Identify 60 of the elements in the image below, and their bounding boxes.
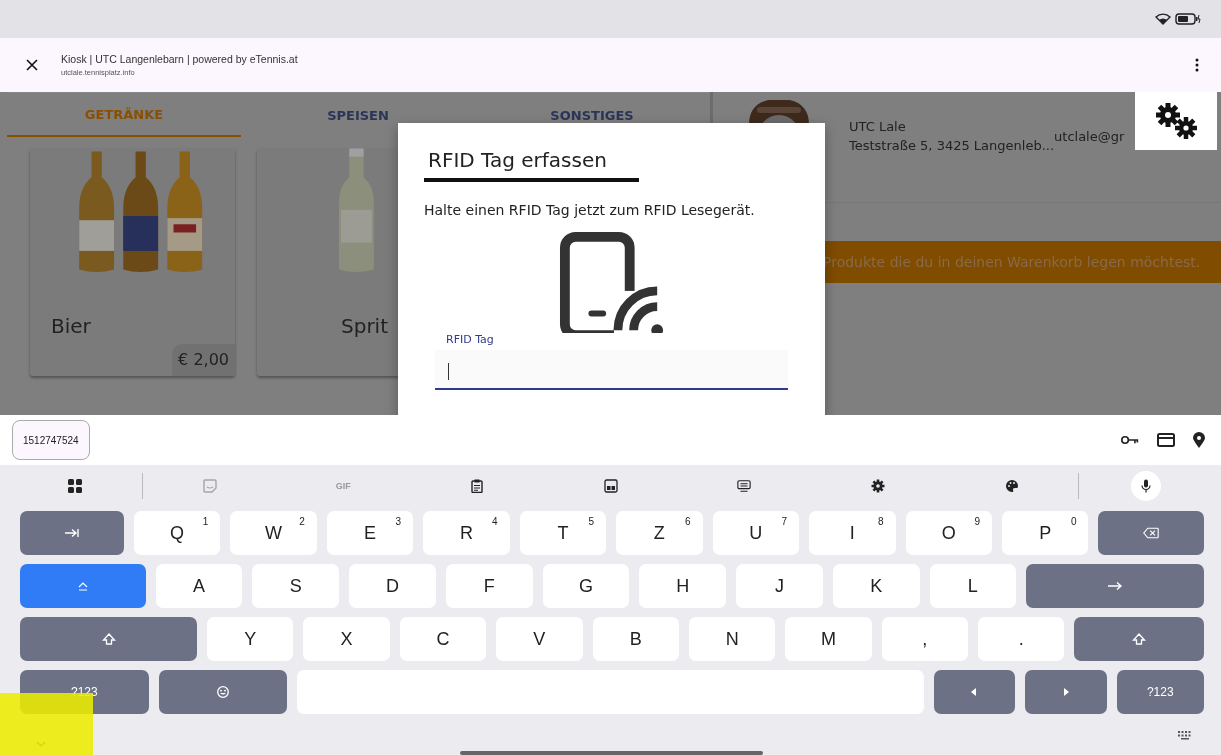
clipboard-icon[interactable] — [469, 479, 484, 493]
settings-icon[interactable] — [870, 479, 885, 493]
emoji-key[interactable] — [158, 670, 288, 714]
shift-icon — [100, 633, 117, 645]
backspace-icon — [1143, 527, 1160, 539]
letter-key[interactable]: N — [688, 617, 776, 661]
letter-key[interactable]: C — [399, 617, 487, 661]
tab-icon — [63, 527, 80, 539]
banner-text: Produkte die du in deinen Warenkorb legen möchtest. — [823, 254, 1201, 270]
palette-icon[interactable] — [1004, 479, 1019, 493]
apps-icon[interactable] — [67, 479, 82, 493]
letter-key[interactable]: L — [929, 564, 1017, 608]
left-arrow-key[interactable] — [933, 670, 1015, 714]
letter-key[interactable]: A — [155, 564, 243, 608]
page-title: Kiosk | UTC Langenlebarn | powered by eTennis.at — [61, 53, 299, 65]
right-triangle-icon — [1062, 688, 1069, 696]
letter-key[interactable]: W $^{2}$ — [230, 511, 317, 555]
product-card[interactable]: Bier € 2,00 — [30, 148, 235, 376]
shift-icon — [1131, 633, 1148, 645]
wifi-icon — [1155, 13, 1171, 25]
letter-key[interactable]: Y — [207, 617, 294, 661]
symbols-key[interactable]: ?123 — [1116, 670, 1204, 714]
club-name: UTC Lale — [849, 119, 907, 134]
product-name: Bier — [50, 313, 92, 338]
keyboard-layout-icon[interactable] — [603, 479, 618, 493]
product-price: € 2,00 — [172, 344, 235, 376]
letter-key[interactable]: H — [639, 564, 727, 608]
menu-icon[interactable] — [1195, 58, 1199, 72]
letter-key[interactable]: F — [445, 564, 533, 608]
letter-key[interactable]: J — [736, 564, 823, 608]
letter-key[interactable]: K — [832, 564, 920, 608]
microphone-icon — [1141, 479, 1152, 493]
microphone-button[interactable] — [1131, 471, 1162, 501]
close-icon[interactable] — [26, 59, 38, 71]
letter-key[interactable]: G — [542, 564, 630, 608]
letter-key[interactable]: S — [252, 564, 340, 608]
key-icon[interactable] — [1121, 433, 1139, 447]
dialog-title: RFID Tag erfassen — [424, 148, 639, 182]
product-name: Sprit — [340, 313, 389, 338]
letter-key[interactable]: M — [785, 617, 872, 661]
settings-button[interactable] — [1135, 92, 1217, 150]
club-email: utclale@gr — [1054, 129, 1125, 144]
club-address: Teststraße 5, 3425 Langenleb... — [849, 138, 1055, 153]
backspace-key[interactable] — [1098, 511, 1204, 555]
card-icon[interactable] — [1157, 433, 1175, 447]
left-triangle-icon — [971, 688, 978, 696]
rfid-input-field[interactable]: RFID Tag — [435, 333, 788, 390]
suggestion-chip[interactable]: 1512747524 — [12, 420, 90, 460]
letter-key[interactable]: V — [496, 617, 583, 661]
letter-key[interactable]: D — [349, 564, 436, 608]
letter-key[interactable]: B — [592, 617, 679, 661]
battery-icon — [1175, 13, 1201, 25]
keyboard-icon[interactable] — [1177, 729, 1193, 740]
letter-key[interactable]: . — [978, 617, 1065, 661]
monitor-icon[interactable] — [737, 479, 752, 493]
location-pin-icon[interactable] — [1193, 432, 1205, 448]
emoji-icon — [215, 686, 231, 698]
letter-key[interactable]: , — [881, 617, 969, 661]
arrow-right-icon — [1107, 580, 1124, 592]
letter-key[interactable]: X — [303, 617, 390, 661]
